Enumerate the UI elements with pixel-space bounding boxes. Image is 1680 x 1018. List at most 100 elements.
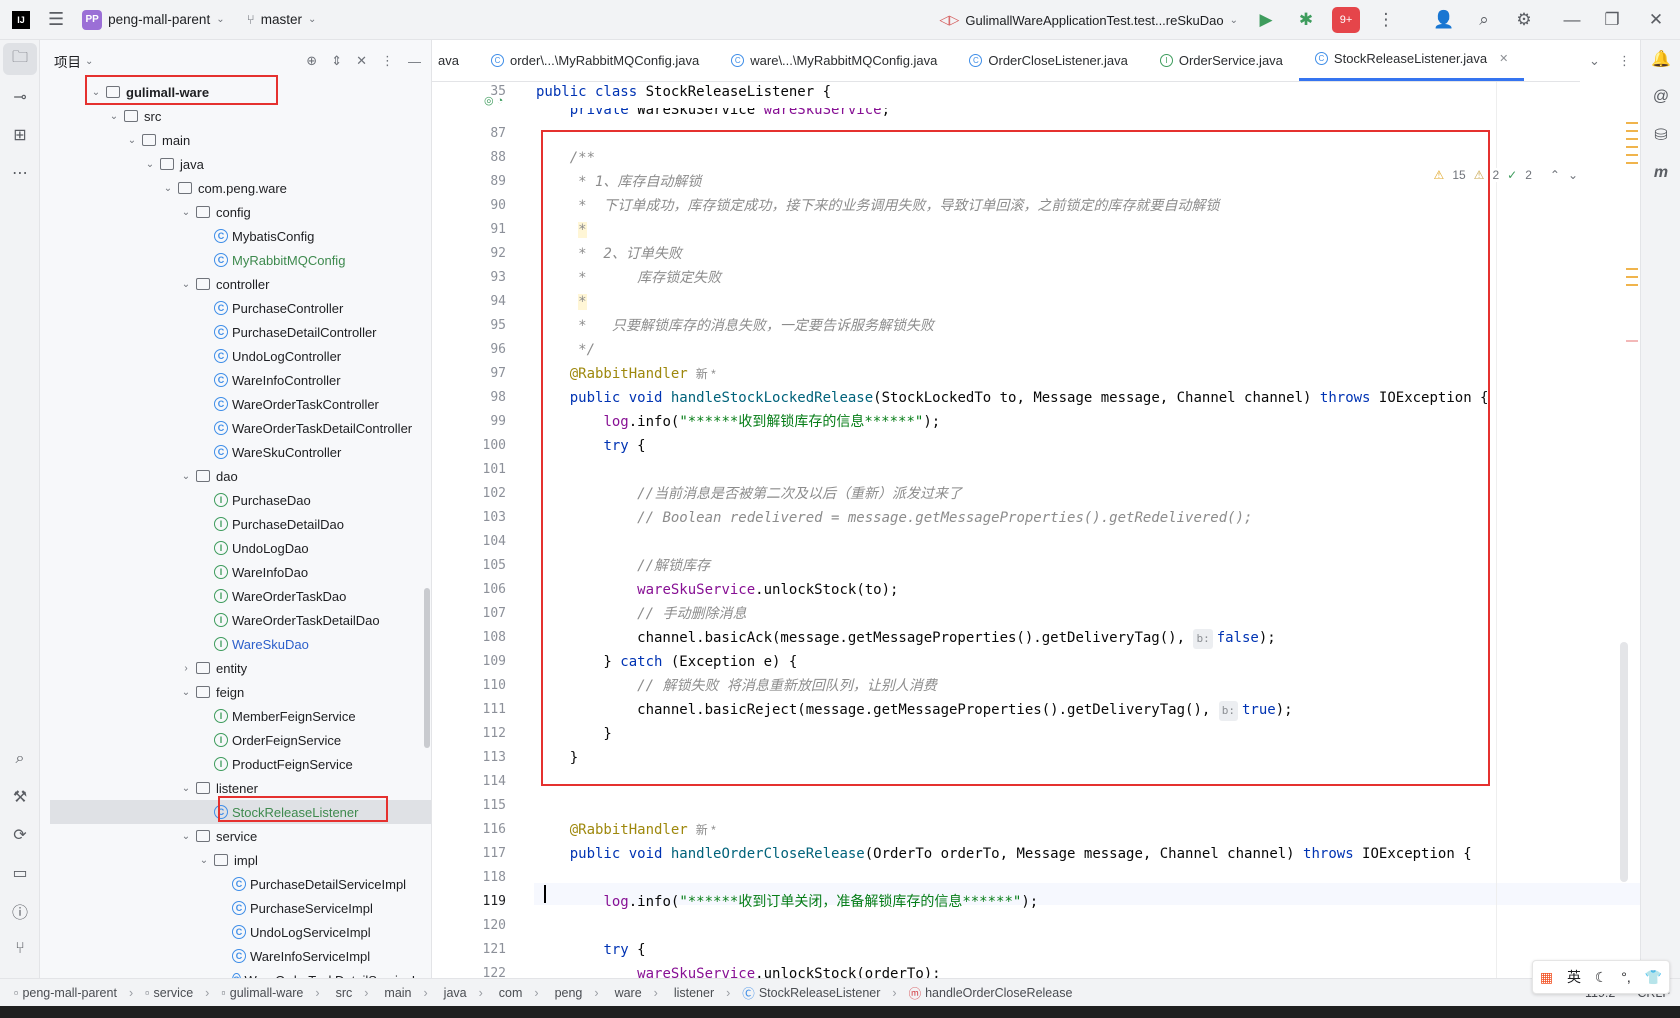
breadcrumb-item[interactable]: ▫ peng-mall-parent › xyxy=(8,986,139,1000)
breadcrumb-item[interactable]: ▫ gulimall-ware › xyxy=(215,986,325,1000)
add-user-icon[interactable]: 👤 xyxy=(1424,0,1464,40)
code-line[interactable]: } xyxy=(536,724,611,744)
code-line[interactable]: // Boolean redelivered = message.getMess… xyxy=(536,508,1252,528)
chevron-down-icon[interactable]: ⌄ xyxy=(142,159,158,170)
code-line[interactable]: wareSkuService.unlockStock(to); xyxy=(536,580,898,600)
editor-tab[interactable]: ava xyxy=(432,40,475,81)
code-line[interactable]: * 2、订单失败 xyxy=(536,244,682,264)
tree-item[interactable]: ⌄ listener xyxy=(40,776,431,800)
code-line[interactable]: // 解锁失败 将消息重新放回队列，让别人消费 xyxy=(536,676,937,696)
branch-selector[interactable]: ⑂ master ⌄ xyxy=(239,0,325,40)
code-line[interactable]: channel.basicReject(message.getMessagePr… xyxy=(536,700,1293,721)
ime-toolbar[interactable]: ▦ 英 ☾ °, 👕 xyxy=(1532,960,1670,994)
chevron-down-icon[interactable]: ⌄ xyxy=(85,56,93,67)
code-line[interactable]: wareSkuService.unlockStock(orderTo); xyxy=(536,964,940,978)
code-line[interactable]: //当前消息是否被第二次及以后（重新）派发过来了 xyxy=(536,484,962,504)
search-icon[interactable]: ⌕ xyxy=(1464,0,1504,40)
code-line[interactable]: try { xyxy=(536,940,645,960)
chevron-down-icon[interactable]: ⌄ xyxy=(178,279,194,290)
chevron-down-icon[interactable]: ⌄ xyxy=(160,183,176,194)
code-line[interactable]: * 库存锁定失败 xyxy=(536,268,721,288)
services-icon[interactable]: ⟳ xyxy=(0,816,40,854)
options-icon[interactable]: ⋮ xyxy=(381,53,394,69)
project-panel-title[interactable]: 项目 xyxy=(54,51,81,71)
breadcrumb-item[interactable]: java › xyxy=(434,986,489,1000)
code-line[interactable]: } catch (Exception e) { xyxy=(536,652,797,672)
notifications-bell-icon[interactable]: 🔔 xyxy=(1641,40,1680,78)
tree-item[interactable]: › entity xyxy=(40,656,431,680)
tree-item[interactable]: ⌄ config xyxy=(40,200,431,224)
tree-item[interactable]: I UndoLogDao xyxy=(40,536,431,560)
tree-item[interactable]: C PurchaseController xyxy=(40,296,431,320)
editor-tab[interactable]: C StockReleaseListener.java ✕ xyxy=(1298,40,1525,81)
tree-item[interactable]: I MemberFeignService xyxy=(40,704,431,728)
run-icon[interactable]: ▶ xyxy=(1246,0,1286,40)
code-line[interactable]: //解锁库存 xyxy=(536,556,710,576)
tree-item[interactable]: C StockReleaseListener xyxy=(50,800,431,824)
chevron-down-icon[interactable]: ⌄ xyxy=(178,831,194,842)
chevron-down-icon[interactable]: ⌄ xyxy=(1589,53,1600,69)
hide-panel-icon[interactable]: — xyxy=(408,54,421,69)
terminal-icon[interactable]: ▭ xyxy=(0,854,40,892)
main-menu-button[interactable]: ☰ xyxy=(38,0,74,40)
tree-item[interactable]: I OrderFeignService xyxy=(40,728,431,752)
tree-item[interactable]: C UndoLogController xyxy=(40,344,431,368)
tree-item[interactable]: I PurchaseDetailDao xyxy=(40,512,431,536)
breadcrumb-item[interactable]: peng › xyxy=(545,986,605,1000)
code-line[interactable]: @RabbitHandler 新 * xyxy=(536,820,716,840)
tree-item[interactable]: C WareInfoServiceImpl xyxy=(40,944,431,968)
tree-item[interactable]: ⌄ gulimall-ware xyxy=(40,80,431,104)
code-line[interactable]: } xyxy=(536,748,578,768)
tree-item[interactable]: ⌄ com.peng.ware xyxy=(40,176,431,200)
breadcrumb-item[interactable]: main › xyxy=(374,986,433,1000)
shirt-icon[interactable]: 👕 xyxy=(1645,969,1662,986)
problems-icon[interactable]: ⓘ xyxy=(0,892,40,930)
tree-item[interactable]: ⌄ dao xyxy=(40,464,431,488)
tree-item[interactable]: C WareSkuController xyxy=(40,440,431,464)
collapse-all-icon[interactable]: ✕ xyxy=(356,53,367,69)
moon-icon[interactable]: ☾ xyxy=(1595,969,1608,986)
breadcrumb-item[interactable]: src › xyxy=(326,986,375,1000)
chevron-down-icon[interactable]: ⌄ xyxy=(124,135,140,146)
code-line[interactable]: @RabbitHandler 新 * xyxy=(536,364,716,384)
restore-icon[interactable]: ❐ xyxy=(1592,0,1632,40)
chevron-down-icon[interactable]: ⌄ xyxy=(106,111,122,122)
debug-icon[interactable]: ✱ xyxy=(1286,0,1326,40)
run-config-selector[interactable]: ◁▷ GulimallWareApplicationTest.test...re… xyxy=(931,0,1246,40)
chevron-down-icon[interactable]: ⌄ xyxy=(178,207,194,218)
tree-item[interactable]: I PurchaseDao xyxy=(40,488,431,512)
breadcrumb-item[interactable]: ware › xyxy=(605,986,664,1000)
chevron-down-icon[interactable]: ⌄ xyxy=(178,783,194,794)
minimize-icon[interactable]: — xyxy=(1552,0,1592,40)
structure-icon[interactable]: ⊞ xyxy=(0,116,40,154)
breadcrumb-item[interactable]: listener › xyxy=(664,986,736,1000)
chevron-down-icon[interactable]: ⌄ xyxy=(1568,168,1578,182)
tree-item[interactable]: C WareInfoController xyxy=(40,368,431,392)
gutter-markers-icon[interactable]: ◎ ◔ xyxy=(484,94,503,107)
code-line[interactable]: * 下订单成功，库存锁定成功，接下来的业务调用失败，导致订单回滚，之前锁定的库存… xyxy=(536,196,1219,216)
tree-item[interactable]: C MyRabbitMQConfig xyxy=(40,248,431,272)
commit-icon[interactable]: ⊸ xyxy=(0,78,40,116)
tree-scrollbar[interactable] xyxy=(424,588,430,748)
code-line[interactable]: public void handleOrderCloseRelease(Orde… xyxy=(536,844,1472,864)
breadcrumb-item[interactable]: com › xyxy=(489,986,545,1000)
tree-item[interactable]: ⌄ controller xyxy=(40,272,431,296)
tree-item[interactable]: C PurchaseServiceImpl xyxy=(40,896,431,920)
build-hammer-icon[interactable]: ⚒ xyxy=(0,778,40,816)
search-tool-icon[interactable]: ⌕ xyxy=(0,740,40,778)
editor-scrollbar[interactable] xyxy=(1620,642,1628,882)
notifications-button[interactable]: 9+ xyxy=(1326,0,1366,40)
tree-item[interactable]: I ProductFeignService xyxy=(40,752,431,776)
editor-tab[interactable]: I OrderService.java xyxy=(1144,40,1299,81)
code-line[interactable]: public class StockReleaseListener { xyxy=(536,82,831,102)
more-icon[interactable]: ⋮ xyxy=(1366,0,1406,40)
chevron-right-icon[interactable]: › xyxy=(178,663,194,674)
code-line[interactable]: */ xyxy=(536,340,595,360)
punctuation-icon[interactable]: °, xyxy=(1621,969,1631,985)
git-icon[interactable]: ⑂ xyxy=(0,930,40,968)
ime-lang[interactable]: 英 xyxy=(1567,967,1581,987)
more-tools-icon[interactable]: ⋯ xyxy=(0,154,40,192)
locate-icon[interactable]: ⊕ xyxy=(306,53,317,69)
code-line[interactable]: private WareSkuService wareSkuService; xyxy=(536,108,890,120)
more-icon[interactable]: ⋮ xyxy=(1618,53,1631,69)
